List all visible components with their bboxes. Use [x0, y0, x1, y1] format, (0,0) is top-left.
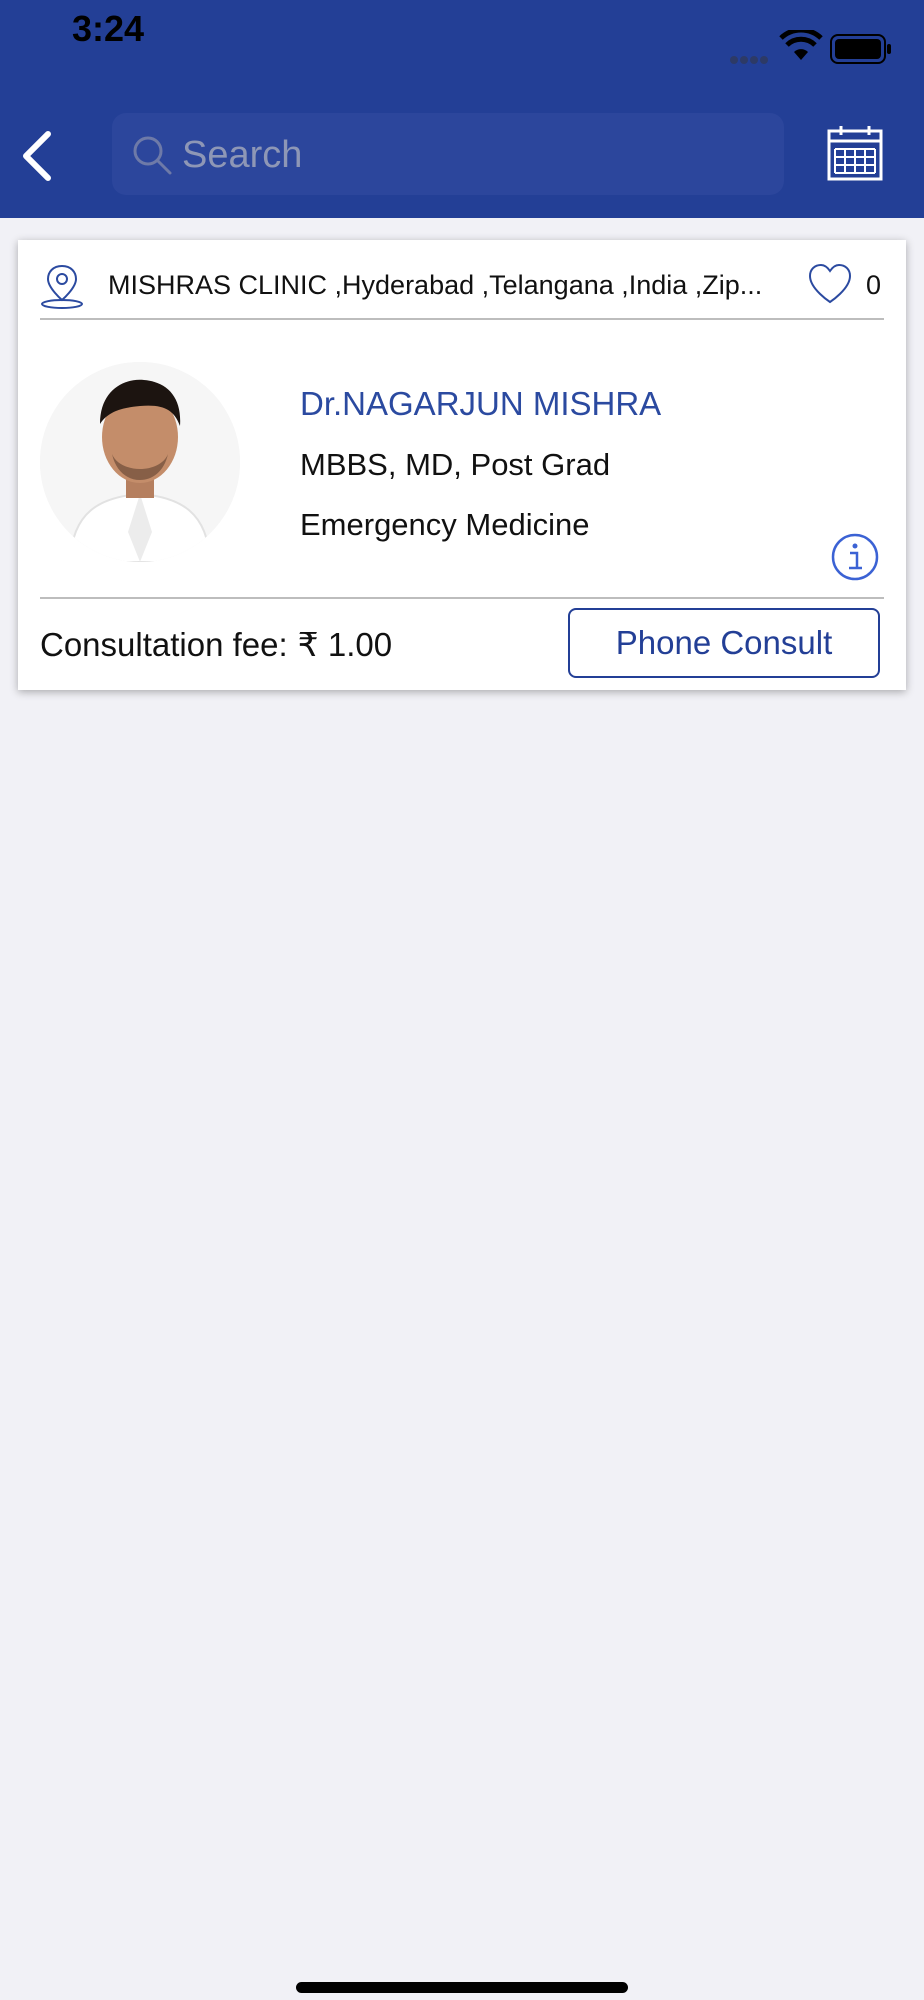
wifi-icon: [779, 30, 823, 60]
doctor-qualifications: MBBS, MD, Post Grad: [300, 447, 611, 482]
search-bar[interactable]: [112, 113, 784, 195]
divider: [40, 597, 884, 599]
search-input[interactable]: [180, 125, 764, 185]
likes-count: 0: [866, 270, 882, 300]
doctor-specialty: Emergency Medicine: [300, 507, 590, 542]
info-icon[interactable]: [830, 532, 880, 582]
cellular-signal-icon: [730, 51, 770, 69]
doctor-card[interactable]: MISHRAS CLINIC ,Hyderabad ,Telangana ,In…: [18, 240, 906, 690]
battery-icon: [830, 34, 891, 64]
fee-amount: ₹ 1.00: [297, 626, 393, 663]
location-pin-icon: [41, 264, 83, 309]
status-time: 3:24: [72, 8, 145, 49]
fee-label: Consultation fee:: [40, 626, 288, 663]
phone-consult-button[interactable]: Phone Consult: [568, 608, 880, 678]
consultation-fee: Consultation fee: ₹ 1.00: [40, 625, 392, 664]
doctor-avatar: [40, 362, 240, 562]
heart-icon[interactable]: [806, 262, 854, 306]
calendar-icon[interactable]: [826, 124, 884, 182]
doctor-name[interactable]: Dr.NAGARJUN MISHRA: [300, 385, 661, 423]
app-header: 3:24: [0, 0, 924, 218]
home-indicator: [296, 1982, 628, 1993]
clinic-address: MISHRAS CLINIC ,Hyderabad ,Telangana ,In…: [108, 270, 763, 300]
divider: [40, 318, 884, 320]
search-icon: [133, 136, 172, 175]
back-chevron-icon[interactable]: [18, 128, 58, 184]
